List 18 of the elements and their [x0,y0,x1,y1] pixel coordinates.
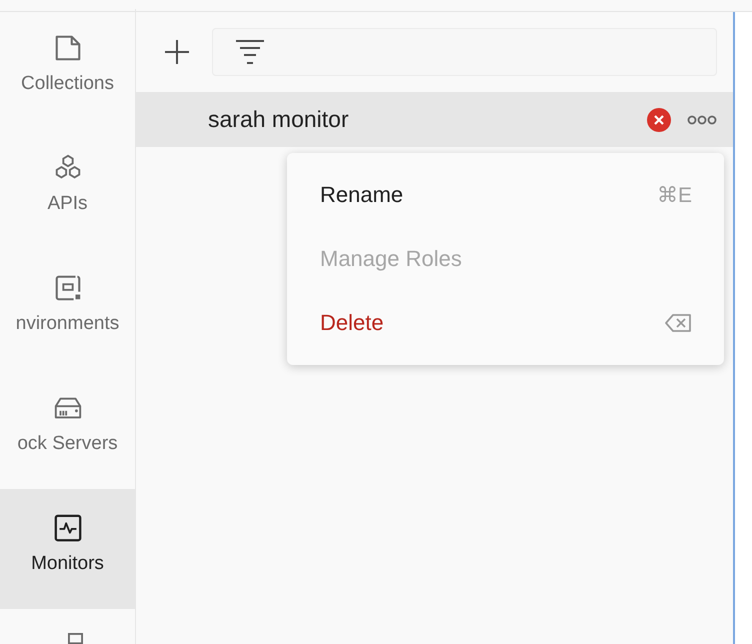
sidebar-item[interactable]: APIs [0,129,135,249]
pulse-icon [52,513,82,543]
shortcut-label: ⌘E [656,182,692,208]
sidebar-item[interactable]: ock Servers [0,369,135,489]
menu-item[interactable]: Rename ⌘E [287,163,724,227]
folder-icon [52,33,82,63]
filter-icon [235,39,265,65]
monitor-name: sarah monitor [208,106,350,133]
list-row[interactable]: sarah monitor [136,92,733,147]
sidebar-item[interactable]: Collections [0,9,135,129]
filter-field[interactable] [212,28,717,76]
more-button[interactable] [687,114,717,124]
add-button[interactable] [162,37,192,67]
backspace-icon [664,313,692,333]
sidebar-item[interactable]: Monitors [0,489,135,609]
sidebar-item[interactable]: nvironments [0,249,135,369]
environment-icon [52,273,82,303]
menu-item[interactable]: Delete [287,291,724,355]
